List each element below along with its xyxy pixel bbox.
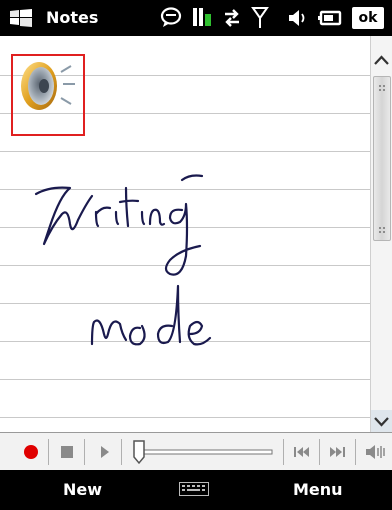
divider [283,439,284,465]
volume-icon[interactable] [287,6,307,30]
previous-button[interactable] [288,439,316,465]
record-button[interactable] [18,439,44,465]
windows-flag-icon[interactable] [8,8,34,28]
keyboard-icon[interactable] [179,482,209,496]
connectivity-icon[interactable] [221,6,243,30]
softkey-bar: New Menu [0,470,392,510]
messaging-icon[interactable] [160,6,182,30]
ok-button[interactable]: ok [352,7,384,29]
play-button[interactable] [92,439,116,465]
volume-button[interactable] [361,439,389,465]
grip-icon [379,85,385,233]
scroll-up-icon[interactable] [371,36,392,76]
position-slider[interactable] [128,439,278,465]
handwritten-ink [34,174,212,346]
app-title: Notes [46,8,99,27]
menu-softkey[interactable]: Menu [293,480,343,500]
scroll-thumb[interactable] [373,76,391,241]
notes-screen: Notes ok New Menu [0,0,392,510]
title-bar: Notes ok [0,0,392,36]
selection-frame [11,54,85,136]
battery-charging-icon[interactable] [191,6,213,30]
new-softkey[interactable]: New [63,480,102,500]
divider [319,439,320,465]
next-button[interactable] [323,439,351,465]
recording-toolbar [0,432,392,470]
stop-button[interactable] [54,439,80,465]
note-canvas[interactable] [0,36,370,432]
divider [48,439,49,465]
divider [355,439,356,465]
divider [121,439,122,465]
scroll-down-icon[interactable] [371,410,392,432]
vertical-scrollbar[interactable] [370,36,392,432]
divider [84,439,85,465]
signal-icon[interactable] [251,6,269,30]
battery-icon[interactable] [318,6,344,30]
